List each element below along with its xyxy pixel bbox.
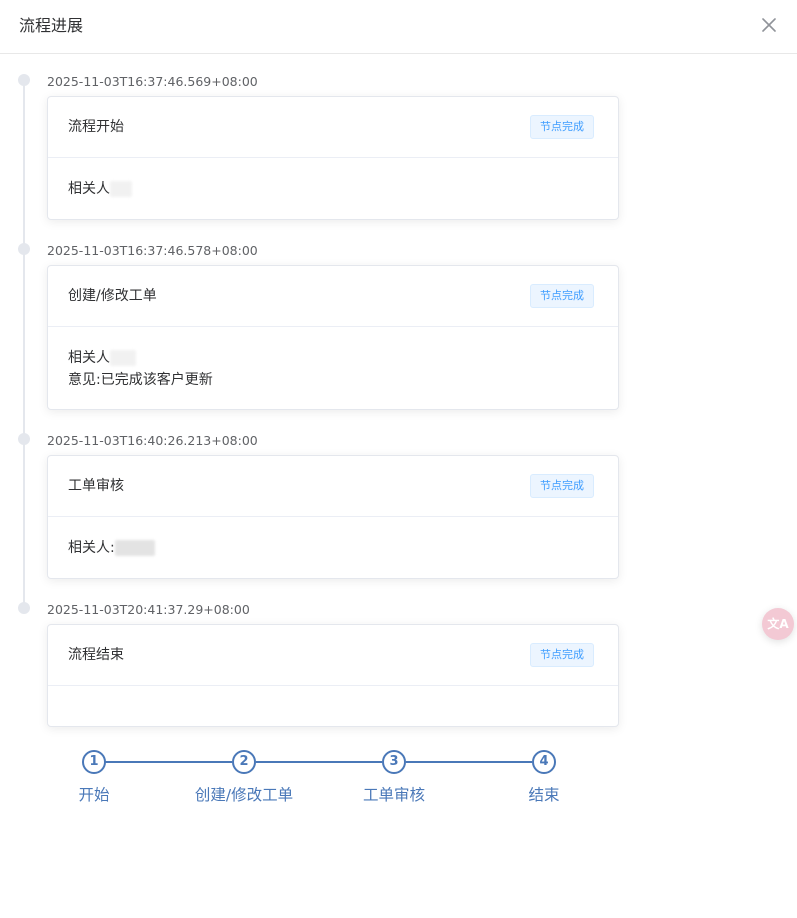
progress-steps: 1 2 3 4 开始 创建/修改工单 工单审核 结束	[0, 748, 700, 818]
card-header: 流程开始 节点完成	[48, 97, 618, 158]
timeline-dot	[18, 74, 30, 86]
dialog-header: 流程进展	[0, 0, 797, 54]
step-number: 1	[82, 750, 106, 774]
redacted-name	[110, 181, 132, 197]
related-person-label: 相关人	[68, 181, 110, 197]
card-body-line: 相关人	[68, 178, 598, 200]
card-header: 流程结束 节点完成	[48, 625, 618, 686]
card-body: 相关人	[48, 158, 618, 220]
step-connector	[406, 761, 532, 763]
timeline-dot	[18, 243, 30, 255]
redacted-name	[110, 350, 136, 366]
card-body-line: 相关人	[68, 347, 598, 369]
step-number: 2	[232, 750, 256, 774]
card-title: 流程开始	[68, 119, 124, 135]
card-title: 创建/修改工单	[68, 288, 157, 304]
step-number: 4	[532, 750, 556, 774]
timeline-timestamp: 2025-11-03T16:37:46.569+08:00	[47, 74, 258, 89]
card-title: 流程结束	[68, 647, 124, 663]
timeline-card: 流程结束 节点完成	[47, 624, 619, 727]
card-body-line: 意见:已完成该客户更新	[68, 372, 213, 388]
timeline-timestamp: 2025-11-03T20:41:37.29+08:00	[47, 602, 250, 617]
card-body-line: 相关人:	[68, 537, 598, 559]
close-button[interactable]	[759, 15, 779, 35]
step-connector	[105, 761, 232, 763]
close-icon	[762, 18, 776, 32]
card-body	[48, 686, 618, 726]
timeline-card: 工单审核 节点完成 相关人:	[47, 455, 619, 579]
card-header: 工单审核 节点完成	[48, 456, 618, 517]
dialog-title: 流程进展	[19, 16, 84, 35]
step-label: 开始	[78, 786, 110, 804]
step-number: 3	[382, 750, 406, 774]
timeline-timestamp: 2025-11-03T16:40:26.213+08:00	[47, 433, 258, 448]
card-header: 创建/修改工单 节点完成	[48, 266, 618, 327]
step-connector	[256, 761, 382, 763]
status-badge: 节点完成	[530, 284, 594, 308]
timeline-card: 创建/修改工单 节点完成 相关人 意见:已完成该客户更新	[47, 265, 619, 410]
card-body: 相关人 意见:已完成该客户更新	[48, 327, 618, 411]
timeline-dot	[18, 433, 30, 445]
timeline-line	[23, 84, 25, 606]
step-label: 创建/修改工单	[194, 786, 294, 804]
step-label: 工单审核	[362, 786, 426, 804]
step-label: 结束	[528, 786, 560, 804]
card-body: 相关人:	[48, 517, 618, 579]
status-badge: 节点完成	[530, 643, 594, 667]
status-badge: 节点完成	[530, 474, 594, 498]
redacted-name	[114, 540, 155, 556]
related-person-label: 相关人:	[68, 540, 115, 556]
translate-button[interactable]: 文A	[762, 608, 794, 640]
translate-icon: 文A	[767, 617, 789, 631]
related-person-label: 相关人	[68, 350, 110, 366]
timeline-card: 流程开始 节点完成 相关人	[47, 96, 619, 220]
status-badge: 节点完成	[530, 115, 594, 139]
timeline-timestamp: 2025-11-03T16:37:46.578+08:00	[47, 243, 258, 258]
timeline-dot	[18, 602, 30, 614]
card-title: 工单审核	[68, 478, 124, 494]
